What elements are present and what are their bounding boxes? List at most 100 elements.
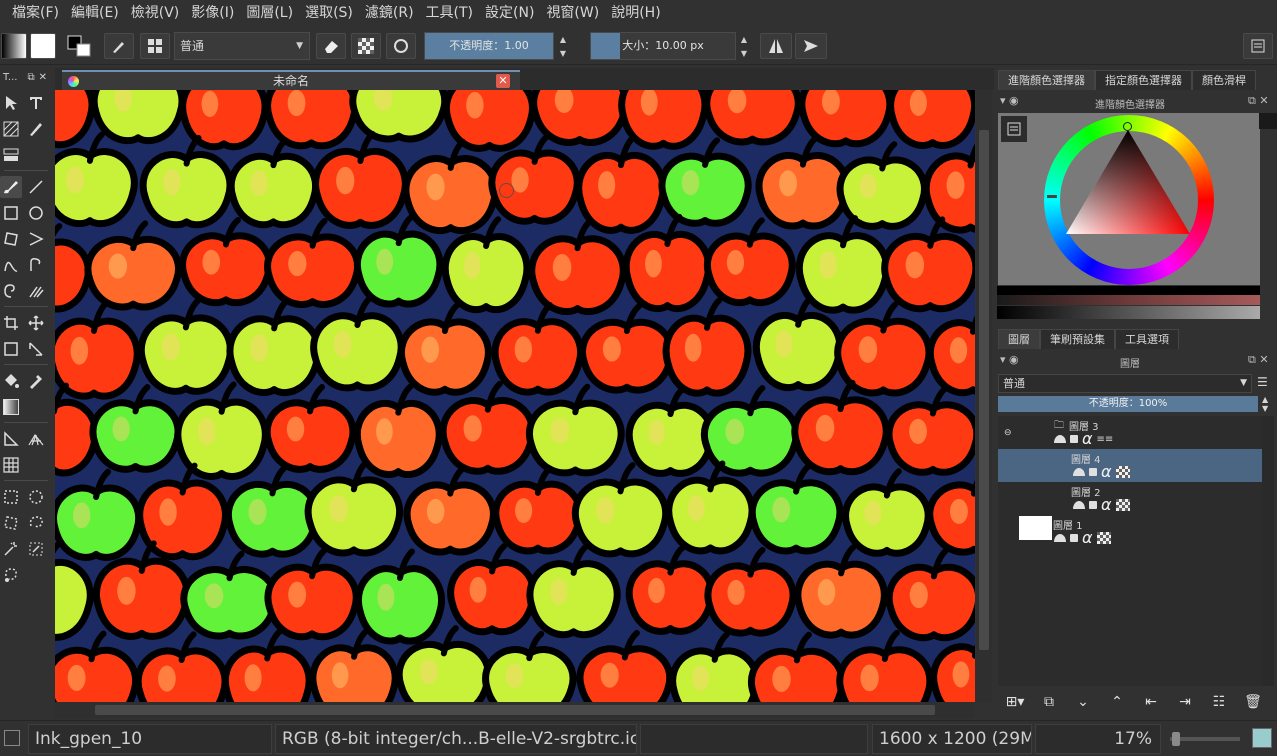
perspective-grid-tool[interactable] — [25, 428, 47, 450]
eraser-mode-button[interactable] — [316, 33, 346, 59]
freehand-path-tool[interactable] — [25, 254, 47, 276]
fg-bg-color-button[interactable] — [64, 33, 94, 59]
assistant-tool[interactable] — [0, 428, 22, 450]
menu-filter[interactable]: 濾鏡(R) — [359, 0, 420, 27]
visibility-eye-icon[interactable] — [1073, 501, 1085, 509]
crop-tool[interactable] — [0, 312, 22, 334]
docker-float-close-icon[interactable]: ⧉ ✕ — [1248, 94, 1269, 108]
gradient-tool[interactable] — [0, 396, 22, 418]
alpha-lock-icon[interactable]: α — [1101, 497, 1112, 513]
bezier-curve-tool[interactable] — [0, 254, 22, 276]
menu-file[interactable]: 檔案(F) — [6, 0, 65, 27]
move-into-group-button[interactable]: ⇤ — [1134, 690, 1168, 714]
tab-tool-options[interactable]: 工具選項 — [1115, 329, 1179, 349]
vertical-scrollbar[interactable] — [976, 90, 992, 702]
shade-bar-red[interactable] — [997, 295, 1260, 305]
similar-select-tool[interactable] — [25, 538, 47, 560]
fill-tool[interactable] — [0, 370, 22, 392]
alpha-lock-icon[interactable]: α — [1082, 530, 1093, 546]
polygon-tool[interactable] — [0, 228, 22, 250]
horizontal-scrollbar[interactable] — [55, 702, 975, 718]
size-spinner[interactable]: ▲ ▼ — [737, 32, 751, 60]
shade-bar-value[interactable] — [997, 306, 1260, 319]
lock-icon[interactable] — [1070, 435, 1078, 443]
magnetic-select-tool[interactable] — [0, 564, 22, 586]
docker-float-close-icon[interactable]: ⧉ ✕ — [1248, 353, 1269, 367]
size-slider[interactable]: 大小：10.00 px — [590, 32, 736, 60]
docker-collapse-icon[interactable]: ▾ ◉ — [1000, 94, 1019, 107]
move-tool[interactable] — [25, 312, 47, 334]
contiguous-select-tool[interactable] — [0, 538, 22, 560]
visibility-eye-icon[interactable] — [1054, 435, 1066, 443]
delete-layer-button[interactable]: 🗑 — [1236, 690, 1270, 714]
alpha-lock-icon[interactable]: α — [1082, 431, 1093, 447]
tab-brush-presets[interactable]: 筆刷預設集 — [1040, 329, 1115, 349]
close-tab-button[interactable]: ✕ — [496, 74, 510, 88]
menu-select[interactable]: 選取(S) — [299, 0, 359, 27]
vertical-scroll-thumb[interactable] — [979, 130, 989, 650]
opacity-slider[interactable]: 不透明度：1.00 — [424, 32, 554, 60]
canvas-only-toggle-icon[interactable] — [1252, 728, 1272, 748]
hue-marker[interactable] — [1123, 122, 1132, 131]
horizontal-scroll-thumb[interactable] — [95, 705, 935, 715]
blend-mode-select[interactable]: 普通 ▼ — [174, 32, 310, 60]
mirror-vertical-button[interactable] — [795, 33, 827, 59]
rectangle-tool[interactable] — [0, 202, 22, 224]
add-layer-button[interactable]: ⊞▾ — [998, 690, 1032, 714]
layer-blend-mode-select[interactable]: 普通 ▼ — [998, 374, 1252, 393]
lock-icon[interactable] — [1089, 468, 1097, 476]
measure-tool[interactable] — [25, 338, 47, 360]
menu-settings[interactable]: 設定(N) — [479, 0, 540, 27]
gradient-selector-button[interactable] — [1, 33, 27, 59]
layer-list-scrollbar[interactable] — [1262, 416, 1274, 686]
collapse-group-icon[interactable]: ⊖ — [1004, 428, 1012, 438]
pattern-selector-button[interactable] — [30, 33, 56, 59]
multibrush-tool[interactable] — [25, 280, 47, 302]
menu-layer[interactable]: 圖層(L) — [240, 0, 299, 27]
vector-fill-tool[interactable] — [0, 144, 22, 166]
layer-row[interactable]: 圖層 1 α — [998, 515, 1274, 548]
freehand-select-tool[interactable] — [25, 512, 47, 534]
document-tab[interactable]: 未命名 ✕ — [62, 70, 520, 90]
calligraphy-tool[interactable] — [25, 118, 47, 140]
text-tool[interactable] — [25, 92, 47, 114]
menu-tools[interactable]: 工具(T) — [420, 0, 479, 27]
menu-view[interactable]: 檢視(V) — [125, 0, 186, 27]
polygon-select-tool[interactable] — [0, 512, 22, 534]
layer-row-selected[interactable]: 圖層 4 α — [998, 449, 1274, 482]
menu-help[interactable]: 說明(H) — [605, 0, 666, 27]
menu-image[interactable]: 影像(I) — [185, 0, 240, 27]
tab-layers[interactable]: 圖層 — [998, 329, 1040, 349]
zoom-slider-handle[interactable] — [1172, 732, 1180, 746]
color-swatch-black[interactable] — [1259, 113, 1277, 129]
zoom-level-status[interactable]: 17% — [1035, 724, 1161, 754]
visibility-eye-icon[interactable] — [1073, 468, 1085, 476]
preserve-alpha-button[interactable] — [351, 33, 381, 59]
shade-bar-black[interactable] — [997, 286, 1260, 295]
layer-row[interactable]: ⊖ 🗀 圖層 3 α ≡≡ — [998, 416, 1274, 449]
layer-opacity-spinner[interactable]: ▲ ▼ — [1262, 395, 1268, 413]
line-tool[interactable] — [25, 176, 47, 198]
duplicate-layer-button[interactable]: ⧉ — [1032, 690, 1066, 714]
color-picker-tool[interactable] — [25, 370, 47, 392]
ellipse-tool[interactable] — [25, 202, 47, 224]
menu-window[interactable]: 視窗(W) — [540, 0, 605, 27]
lock-icon[interactable] — [1070, 534, 1078, 542]
canvas[interactable] — [55, 90, 975, 702]
preset-grid-button[interactable] — [140, 33, 170, 59]
select-shapes-tool[interactable] — [0, 92, 22, 114]
saturation-value-triangle[interactable] — [1064, 126, 1192, 236]
tab-specific-color-selector[interactable]: 指定顏色選擇器 — [1095, 70, 1192, 90]
reload-preset-button[interactable] — [386, 33, 416, 59]
tab-advanced-color-selector[interactable]: 進階顏色選擇器 — [998, 70, 1095, 90]
visibility-eye-icon[interactable] — [1054, 534, 1066, 542]
layer-row[interactable]: 圖層 2 α — [998, 482, 1274, 515]
brush-preset-button[interactable] — [104, 33, 134, 59]
float-icon[interactable]: ⧉ — [27, 72, 34, 83]
close-icon[interactable]: ✕ — [39, 72, 47, 83]
opacity-spinner[interactable]: ▲ ▼ — [556, 32, 570, 60]
layer-menu-icon[interactable]: ☰ — [1257, 375, 1268, 389]
ellipse-select-tool[interactable] — [25, 486, 47, 508]
move-out-of-group-button[interactable]: ⇥ — [1168, 690, 1202, 714]
menu-edit[interactable]: 編輯(E) — [65, 0, 125, 27]
